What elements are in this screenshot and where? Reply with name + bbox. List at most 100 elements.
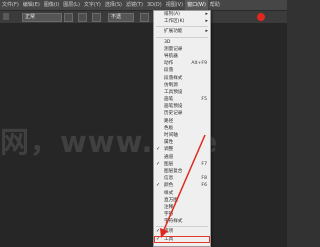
menu-separator [156,226,208,228]
menu-item-label: 排列(A) [164,12,180,17]
menu-item-label: 工作区(K) [164,19,185,25]
menu-item-label: 路径 [164,118,174,124]
menu-item-shortcut: F7 [201,161,207,167]
menu-item[interactable]: 时间轴 [154,132,210,139]
menu-item[interactable]: 扩展功能 ▸ [154,28,210,35]
menu-item[interactable]: 直方图 [154,197,210,204]
window-menu-dropdown: 排列(A) ▸ 工作区(K) ▸ 扩展功能 ▸ 3D 测量记录 导航器动作 Alt+F9 段落 段落样… [153,10,211,247]
menu-item[interactable]: 字符样式 [154,218,210,225]
menu-item-label: 图层 [164,161,174,167]
menu-item[interactable]: 图层复合 [154,168,210,175]
menu-item-label: 画笔预设 [164,104,183,110]
menu-item-label: 颜色 [164,183,174,189]
submenu-arrow-icon: ▸ [205,11,208,17]
menubar-item[interactable]: 窗口(W) [185,0,208,10]
menu-item-label: 直方图 [164,197,178,203]
menu-item-shortcut: Alt+F9 [191,61,207,67]
menu-item-label: 导航器 [164,53,178,59]
record-icon[interactable] [257,13,265,21]
menubar-item[interactable]: 视图(V) [164,0,185,10]
submenu-arrow-icon: ▸ [205,28,208,35]
check-icon: ✓ [156,182,161,189]
menu-item[interactable]: ✓ 颜色 F6 [154,182,210,189]
check-icon: ✓ [156,235,161,242]
menu-item[interactable]: 属性 [154,139,210,146]
menu-item-label: 字符 [164,212,174,218]
menu-item[interactable]: 测量记录 [154,46,210,53]
menu-item[interactable]: 仿制源 [154,82,210,89]
opacity-field[interactable]: 不透 [108,13,134,22]
menu-item[interactable]: 路径 [154,118,210,125]
menu-separator [156,36,208,38]
menu-item-label: 样式 [164,190,174,196]
menu-item-label: 通道 [164,154,174,160]
menu-item-label: 调整 [164,147,174,153]
menu-item-shortcut: F8 [201,176,207,182]
menu-item-label: 时间轴 [164,133,178,138]
check-icon: ✓ [156,228,161,235]
menu-item-label: 画笔 [164,97,174,103]
menu-item[interactable]: ✓ 图层 F7 [154,161,210,168]
menu-item-label: 字符样式 [164,219,183,225]
menu-item-label: 测量记录 [164,46,183,52]
menu-item-label: 工具预设 [164,89,183,95]
menu-item-label: 注释 [164,204,174,210]
menu-item-label: 段落样式 [164,75,183,81]
option-toggle-3[interactable] [92,13,101,22]
menu-item[interactable]: ✓ 选项 [154,228,210,235]
menu-item-shortcut: F5 [201,97,207,103]
menu-item[interactable]: 注释 [154,204,210,211]
check-icon: ✓ [156,146,161,153]
menubar-item[interactable]: 编辑(E) [21,0,42,10]
menu-item[interactable]: ✓ 调整 [154,146,210,153]
menu-item-label: 3D [164,39,171,45]
options-bar: 正常 不透 [0,11,287,24]
menu-item[interactable]: ✓ 工具 [154,235,210,243]
menu-item[interactable]: 样式 [154,190,210,197]
menu-item[interactable]: 字符 [154,211,210,218]
option-toggle-4[interactable] [140,13,149,22]
menu-item[interactable]: 排列(A) ▸ [154,11,210,18]
menu-item-label: 信息 [164,176,174,182]
menu-item[interactable]: 工具预设 [154,89,210,96]
menu-item[interactable]: 动作 Alt+F9 [154,60,210,67]
menubar-item[interactable]: 选择(S) [103,0,124,10]
menu-item[interactable]: 信息 F8 [154,175,210,182]
option-toggle-1[interactable] [64,13,73,22]
blend-mode-select[interactable]: 正常 [22,13,62,22]
menu-item[interactable]: 画笔 F5 [154,96,210,103]
menu-item-label: 扩展功能 [164,29,183,35]
menu-item[interactable]: 3D [154,39,210,46]
menu-item-label: 图层复合 [164,168,183,174]
menu-item[interactable]: 通道 [154,154,210,161]
menu-separator [156,26,208,28]
menu-item-label: 属性 [164,140,174,146]
menu-item[interactable]: 历史记录 [154,110,210,117]
watermark-text: 网，www.itse [0,125,219,159]
menubar-item[interactable]: 文件(F) [0,0,21,10]
menu-item-label: 动作 [164,61,174,67]
menubar-item[interactable]: 文字(Y) [82,0,103,10]
menu-item-label: 色板 [164,125,174,131]
menu-item[interactable]: 画笔预设 [154,103,210,110]
menubar-item[interactable]: 帮助 [208,0,222,10]
menubar-item[interactable]: 3D(D) [145,0,164,10]
option-toggle-2[interactable] [78,13,87,22]
menubar-item[interactable]: 滤镜(T) [124,0,145,10]
menu-item[interactable]: 工作区(K) ▸ [154,18,210,25]
menu-item[interactable]: 段落 [154,67,210,74]
menu-item-label: 选项 [164,229,174,235]
brush-tool-icon[interactable] [3,13,9,20]
menu-item[interactable]: 色板 [154,125,210,132]
menu-item-shortcut: F6 [201,183,207,189]
menubar-item[interactable]: 图像(I) [42,0,61,10]
menu-item-label: 历史记录 [164,111,183,117]
menu-item[interactable]: 导航器 [154,53,210,60]
menu-item-label: 仿制源 [164,82,178,88]
menu-item-label: 段落 [164,68,174,74]
menu-bar: 文件(F) 编辑(E) 图像(I) 图层(L) 文字(Y) 选择(S) 滤镜(T) 3D(D)… [0,0,287,11]
menu-item[interactable]: 段落样式 [154,75,210,82]
menubar-item[interactable]: 图层(L) [61,0,82,10]
submenu-arrow-icon: ▸ [205,18,208,25]
menu-item-label: 工具 [164,236,174,242]
